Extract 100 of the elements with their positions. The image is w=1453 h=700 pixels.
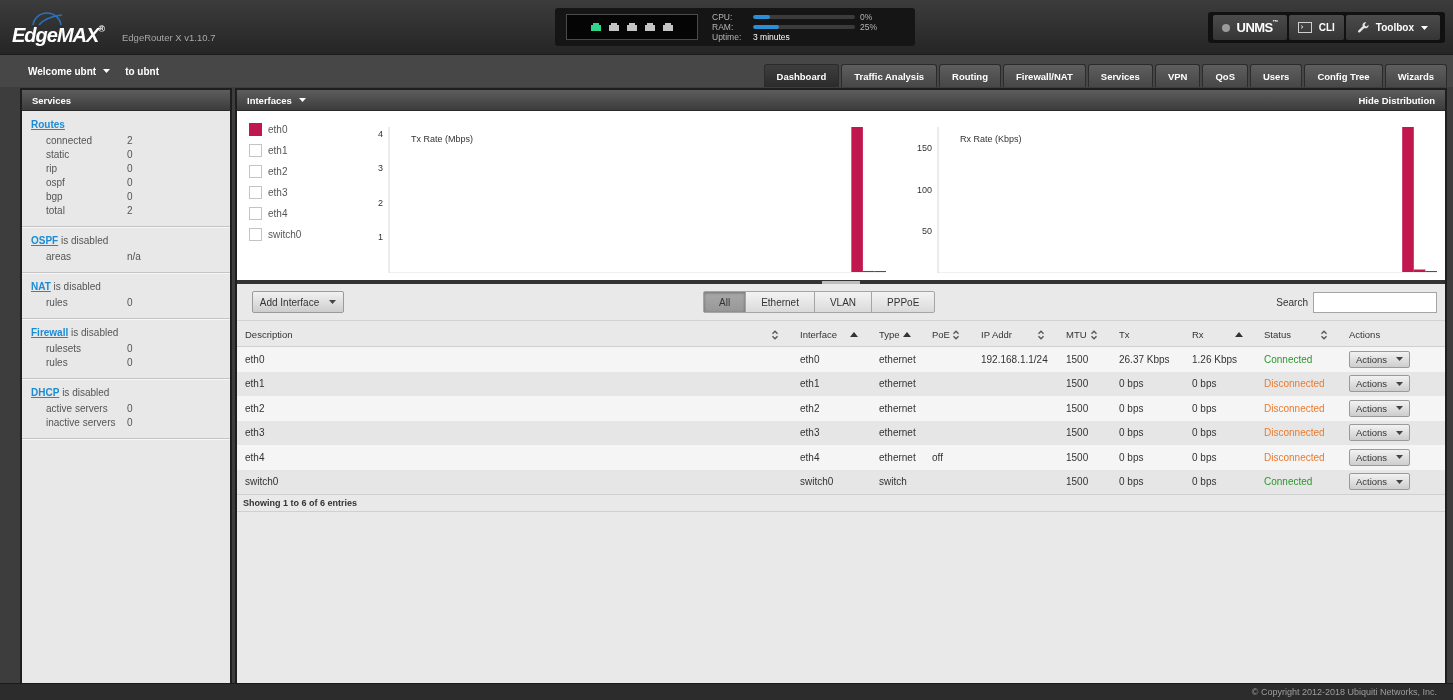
table-cell: 1500: [1066, 476, 1089, 488]
add-interface-button[interactable]: Add Interface: [252, 291, 344, 313]
column-header[interactable]: IP Addr: [973, 323, 1058, 346]
welcome-menu[interactable]: Welcome ubnt: [28, 65, 111, 77]
status-text: Disconnected: [1264, 427, 1325, 439]
toolbox-button[interactable]: Toolbox: [1345, 15, 1440, 40]
table-cell: 0 bps: [1192, 427, 1217, 439]
stat-value: 25%: [860, 22, 877, 32]
sort-icon[interactable]: [1320, 329, 1328, 340]
filter-tab[interactable]: Ethernet: [745, 291, 815, 313]
cli-button[interactable]: CLI: [1288, 15, 1344, 40]
caret-icon: [1396, 430, 1404, 435]
stat-label: CPU:: [712, 12, 734, 22]
table-cell: 1500: [1066, 353, 1089, 365]
sort-ascending-icon[interactable]: [850, 332, 858, 337]
sort-ascending-icon[interactable]: [903, 332, 911, 337]
status-text: Connected: [1264, 476, 1313, 488]
nav-tab[interactable]: Wizards: [1384, 64, 1447, 87]
search-label: Search: [1276, 296, 1308, 308]
column-header[interactable]: PoE: [924, 323, 973, 346]
stat-label: static: [46, 148, 71, 162]
legend-label: eth0: [268, 124, 288, 135]
y-tick-label: 2: [378, 197, 383, 208]
legend-label: eth4: [268, 208, 288, 219]
stat-label: total: [46, 204, 66, 218]
resize-handle[interactable]: [822, 281, 860, 284]
legend-checkbox[interactable]: [249, 144, 262, 157]
nav-tab[interactable]: Routing: [939, 64, 1001, 87]
stat-label: areas: [46, 250, 72, 264]
hide-distribution-button[interactable]: Hide Distribution: [1358, 94, 1435, 106]
status-text: Disconnected: [1264, 451, 1325, 463]
sort-icon[interactable]: [1037, 329, 1045, 340]
table-cell: ethernet: [879, 378, 916, 390]
actions-button[interactable]: Actions: [1349, 424, 1410, 442]
entries-info-text: Showing 1 to 6 of 6 entries: [243, 498, 358, 508]
nav-tab[interactable]: QoS: [1202, 64, 1248, 87]
legend-checkbox[interactable]: [249, 165, 262, 178]
section-heading: OSPF is disabled: [30, 234, 110, 248]
legend-checkbox[interactable]: [249, 123, 262, 136]
column-header[interactable]: Description: [237, 323, 792, 346]
actions-button[interactable]: Actions: [1349, 399, 1410, 417]
actions-button[interactable]: Actions: [1349, 448, 1410, 466]
column-header[interactable]: Interface: [792, 323, 871, 346]
actions-button[interactable]: Actions: [1349, 473, 1410, 491]
table-cell: off: [932, 451, 943, 463]
table-cell: 0 bps: [1119, 378, 1144, 390]
nav-tab[interactable]: Traffic Analysis: [841, 64, 938, 87]
search-field[interactable]: [1313, 291, 1437, 313]
table-cell: eth0: [245, 353, 265, 365]
filter-tab[interactable]: PPPoE: [871, 291, 936, 313]
table-cell: 0 bps: [1192, 402, 1217, 414]
table-cell: 0 bps: [1192, 451, 1217, 463]
filter-tab[interactable]: All: [703, 291, 747, 313]
stat-value: 0: [127, 190, 134, 204]
column-header[interactable]: Rx: [1184, 323, 1256, 346]
table-cell: eth3: [800, 427, 820, 439]
table-cell: 26.37 Kbps: [1119, 353, 1170, 365]
legend-checkbox[interactable]: [249, 186, 262, 199]
column-header[interactable]: Status: [1256, 323, 1341, 346]
model-version-text: EdgeRouter X v1.10.7: [122, 32, 216, 45]
stat-value: 0: [127, 176, 134, 190]
legend-checkbox[interactable]: [249, 207, 262, 220]
column-header[interactable]: MTU: [1058, 323, 1111, 346]
sort-icon[interactable]: [771, 329, 779, 340]
globe-swoosh-icon: [31, 12, 63, 25]
sort-icon[interactable]: [952, 329, 960, 340]
sort-icon[interactable]: [1090, 329, 1098, 340]
table-cell: 0 bps: [1192, 476, 1217, 488]
table-cell: switch: [879, 476, 907, 488]
nav-tab[interactable]: Users: [1249, 64, 1303, 87]
stat-label: rules: [46, 356, 69, 370]
table-cell: ethernet: [879, 451, 916, 463]
nav-tab[interactable]: Services: [1087, 64, 1153, 87]
column-header[interactable]: Type: [871, 323, 924, 346]
account-text: to ubnt: [125, 65, 160, 77]
table-cell: eth2: [800, 402, 820, 414]
table-cell: eth4: [245, 451, 265, 463]
section-heading: Firewall is disabled: [30, 326, 120, 340]
interfaces-menu[interactable]: Interfaces: [247, 94, 306, 106]
table-cell: ethernet: [879, 353, 916, 365]
stat-label: rules: [46, 296, 69, 310]
table-cell: eth1: [245, 378, 265, 390]
nav-tab[interactable]: Firewall/NAT: [1002, 64, 1086, 87]
unms-button[interactable]: UNMS$^{™}$: [1212, 15, 1287, 40]
stat-label: active servers: [46, 402, 109, 416]
filter-tab[interactable]: VLAN: [813, 291, 873, 313]
legend-checkbox[interactable]: [249, 228, 262, 241]
nav-tab[interactable]: Config Tree: [1304, 64, 1383, 87]
uptime-value: 3 minutes: [753, 32, 791, 42]
uptime-label: Uptime:: [712, 32, 743, 42]
wrench-icon: [1357, 22, 1369, 33]
table-cell: eth0: [800, 353, 820, 365]
nav-tab[interactable]: Dashboard: [763, 64, 840, 87]
status-text: Connected: [1264, 353, 1313, 365]
stat-value: 2: [127, 134, 134, 148]
sort-ascending-icon[interactable]: [1235, 332, 1243, 337]
nav-tab[interactable]: VPN: [1154, 64, 1201, 87]
actions-button[interactable]: Actions: [1349, 350, 1410, 368]
table-cell: ethernet: [879, 427, 916, 439]
actions-button[interactable]: Actions: [1349, 375, 1410, 393]
